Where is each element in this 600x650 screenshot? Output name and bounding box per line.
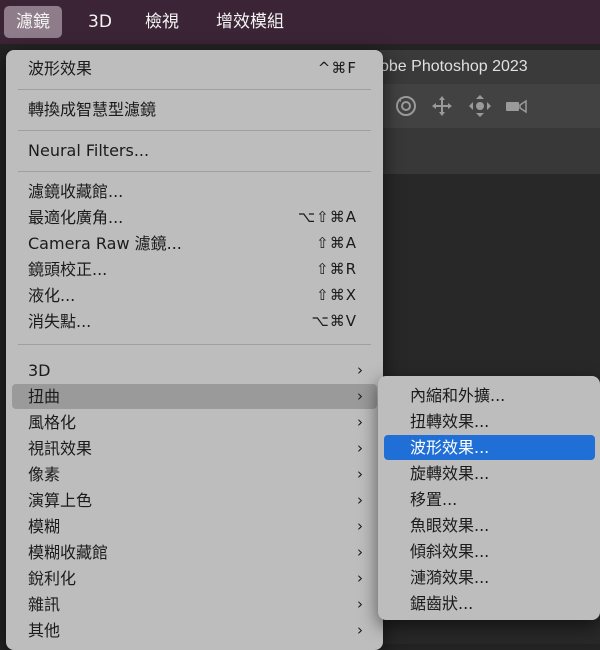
chevron-right-icon: › — [357, 517, 363, 535]
menu-item-shortcut: ^⌘F — [317, 59, 357, 77]
menu-item-label: 風格化 — [28, 413, 77, 432]
menu-item-label: 濾鏡收藏館... — [28, 182, 124, 201]
chevron-right-icon: › — [357, 465, 363, 483]
chevron-right-icon: › — [357, 543, 363, 561]
menu-item-convert-smart-filter[interactable]: 轉換成智慧型濾鏡 — [12, 97, 377, 122]
menu-item-label: 3D — [28, 361, 51, 380]
menu-item-other[interactable]: 其他 › — [12, 618, 377, 643]
document-tab-bar — [380, 128, 600, 175]
submenu-item-label: 漣漪效果... — [410, 568, 490, 587]
chevron-right-icon: › — [357, 595, 363, 613]
chevron-right-icon: › — [357, 491, 363, 509]
menu-item-label: 雜訊 — [28, 595, 61, 614]
menu-item-adaptive-wide-angle[interactable]: 最適化廣角... ⌥⇧⌘A — [12, 205, 377, 230]
menu-item-shortcut: ⇧⌘A — [316, 234, 357, 252]
submenu-item-shear[interactable]: 傾斜效果... — [384, 539, 595, 564]
menubar-filter[interactable]: 濾鏡 — [4, 6, 62, 38]
chevron-right-icon: › — [357, 413, 363, 431]
menubar-view[interactable]: 檢視 — [133, 6, 191, 38]
submenu-item-ripple[interactable]: 漣漪效果... — [384, 565, 595, 590]
menu-item-label: Camera Raw 濾鏡... — [28, 234, 182, 253]
menu-item-neural-filters[interactable]: Neural Filters... — [12, 138, 377, 163]
menu-item-vanishing-point[interactable]: 消失點... ⌥⌘V — [12, 309, 377, 334]
submenu-item-zigzag[interactable]: 鋸齒狀... — [384, 591, 595, 616]
app-window-title: obe Photoshop 2023 — [380, 50, 600, 84]
menu-item-video[interactable]: 視訊效果 › — [12, 436, 377, 461]
menu-separator — [18, 130, 371, 131]
menu-item-label: 模糊收藏館 — [28, 543, 109, 562]
menu-separator — [18, 171, 371, 172]
menu-item-stylize[interactable]: 風格化 › — [12, 410, 377, 435]
menu-item-distort[interactable]: 扭曲 › — [12, 384, 377, 409]
menu-item-label: 波形效果 — [28, 59, 93, 78]
menu-item-label: 模糊 — [28, 517, 61, 536]
chevron-right-icon: › — [357, 569, 363, 587]
menu-item-shortcut: ⌥⇧⌘A — [297, 208, 357, 226]
slide-3d-icon[interactable] — [468, 94, 492, 118]
menu-item-label: 轉換成智慧型濾鏡 — [28, 100, 157, 119]
menu-item-label: 鏡頭校正... — [28, 260, 108, 279]
menu-item-camera-raw[interactable]: Camera Raw 濾鏡... ⇧⌘A — [12, 231, 377, 256]
menu-item-label: 消失點... — [28, 312, 92, 331]
menu-item-render[interactable]: 演算上色 › — [12, 488, 377, 513]
submenu-item-label: 扭轉效果... — [410, 412, 490, 431]
menu-item-liquify[interactable]: 液化... ⇧⌘X — [12, 283, 377, 308]
menu-item-label: 扭曲 — [28, 387, 61, 406]
chevron-right-icon: › — [357, 439, 363, 457]
menu-item-label: 其他 — [28, 621, 61, 640]
camera-3d-icon[interactable] — [504, 94, 528, 118]
chevron-right-icon: › — [357, 361, 363, 379]
submenu-item-label: 傾斜效果... — [410, 542, 490, 561]
menu-item-lens-correction[interactable]: 鏡頭校正... ⇧⌘R — [12, 257, 377, 282]
menu-item-shortcut: ⇧⌘R — [316, 260, 357, 278]
submenu-item-label: 內縮和外擴... — [410, 386, 506, 405]
menu-item-blur-gallery[interactable]: 模糊收藏館 › — [12, 540, 377, 565]
submenu-item-displace[interactable]: 移置... — [384, 487, 595, 512]
distort-submenu: 內縮和外擴... 扭轉效果... 波形效果... 旋轉效果... 移置... 魚… — [378, 376, 600, 620]
menu-separator — [18, 89, 371, 90]
menu-item-noise[interactable]: 雜訊 › — [12, 592, 377, 617]
submenu-item-fisheye[interactable]: 魚眼效果... — [384, 513, 595, 538]
submenu-item-spherize[interactable]: 旋轉效果... — [384, 461, 595, 486]
submenu-item-label: 旋轉效果... — [410, 464, 490, 483]
menu-item-shortcut: ⇧⌘X — [316, 286, 357, 304]
menu-separator — [18, 344, 371, 345]
menu-bar: 濾鏡 3D 檢視 增效模組 — [0, 0, 600, 44]
menu-item-label: 最適化廣角... — [28, 208, 124, 227]
menu-item-sharpen[interactable]: 銳利化 › — [12, 566, 377, 591]
pan-3d-icon[interactable] — [430, 94, 454, 118]
menubar-3d[interactable]: 3D — [76, 6, 124, 38]
menu-item-shortcut: ⌥⌘V — [311, 312, 357, 330]
submenu-item-wave[interactable]: 波形效果... — [384, 435, 595, 460]
menubar-plugins[interactable]: 增效模組 — [204, 6, 296, 38]
submenu-item-label: 移置... — [410, 490, 458, 509]
menu-item-3d[interactable]: 3D › — [12, 358, 377, 383]
options-bar — [380, 84, 600, 129]
submenu-item-twirl[interactable]: 扭轉效果... — [384, 409, 595, 434]
rotate-3d-icon[interactable] — [394, 94, 418, 118]
menu-item-label: 銳利化 — [28, 569, 77, 588]
chevron-right-icon: › — [357, 621, 363, 639]
submenu-item-label: 魚眼效果... — [410, 516, 490, 535]
filter-menu: 波形效果 ^⌘F 轉換成智慧型濾鏡 Neural Filters... 濾鏡收藏… — [6, 50, 383, 650]
chevron-right-icon: › — [357, 387, 363, 405]
menu-item-label: 視訊效果 — [28, 439, 93, 458]
menu-item-label: 像素 — [28, 465, 61, 484]
menu-item-label: 演算上色 — [28, 491, 93, 510]
menu-item-label: 液化... — [28, 286, 76, 305]
submenu-item-label: 鋸齒狀... — [410, 594, 474, 613]
menu-item-pixelate[interactable]: 像素 › — [12, 462, 377, 487]
menu-item-filter-gallery[interactable]: 濾鏡收藏館... — [12, 179, 377, 204]
menu-item-label: Neural Filters... — [28, 141, 150, 160]
submenu-item-pinch[interactable]: 內縮和外擴... — [384, 383, 595, 408]
submenu-item-label: 波形效果... — [410, 438, 490, 457]
menu-item-blur[interactable]: 模糊 › — [12, 514, 377, 539]
menu-item-last-filter[interactable]: 波形效果 ^⌘F — [12, 56, 377, 81]
